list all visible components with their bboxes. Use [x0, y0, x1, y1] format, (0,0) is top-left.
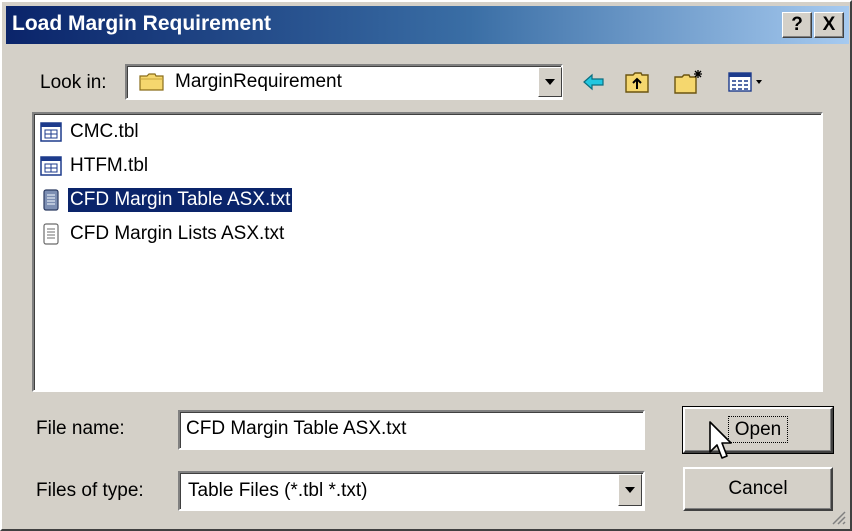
open-button[interactable]: Open — [682, 406, 834, 454]
resize-grip-icon[interactable] — [830, 509, 846, 525]
back-arrow-icon[interactable] — [580, 68, 608, 96]
file-name: CMC.tbl — [70, 121, 139, 142]
look-in-dropdown-button[interactable] — [538, 67, 562, 97]
list-item[interactable]: CMC.tbl — [40, 118, 141, 146]
window-title: Load Margin Requirement — [12, 12, 272, 35]
cancel-button[interactable]: Cancel — [683, 467, 833, 511]
mouse-pointer-icon — [708, 420, 734, 464]
view-menu-icon[interactable] — [726, 68, 766, 96]
new-folder-icon[interactable] — [673, 68, 702, 96]
file-name-field[interactable]: CFD Margin Table ASX.txt — [178, 410, 645, 450]
list-item[interactable]: CFD Margin Lists ASX.txt — [40, 220, 286, 248]
file-name-label: File name: — [36, 418, 125, 439]
text-file-icon — [40, 223, 62, 245]
file-type-combo[interactable]: Table Files (*.tbl *.txt) — [178, 471, 645, 511]
file-list[interactable]: CMC.tbl HTFM.tbl CFD Margin Table ASX.tx… — [32, 112, 823, 392]
look-in-label: Look in: — [40, 72, 107, 93]
table-file-icon — [40, 155, 62, 177]
table-file-icon — [40, 121, 62, 143]
help-button[interactable]: ? — [782, 12, 812, 38]
text-file-icon — [40, 189, 62, 211]
list-item-selected[interactable]: CFD Margin Table ASX.txt — [40, 186, 294, 214]
up-folder-icon[interactable] — [623, 68, 651, 96]
dialog-window: Load Margin Requirement ? X Look in: Mar… — [0, 0, 852, 531]
file-type-value: Table Files (*.tbl *.txt) — [188, 480, 368, 501]
look-in-combo[interactable]: MarginRequirement — [125, 64, 563, 100]
list-item[interactable]: HTFM.tbl — [40, 152, 150, 180]
folder-icon — [139, 72, 165, 92]
file-name: CFD Margin Table ASX.txt — [66, 187, 294, 213]
look-in-value: MarginRequirement — [175, 71, 342, 92]
open-button-label: Open — [727, 416, 789, 443]
title-bar[interactable]: Load Margin Requirement ? X — [6, 6, 849, 44]
file-name: HTFM.tbl — [70, 155, 149, 176]
file-type-label: Files of type: — [36, 480, 144, 501]
close-button[interactable]: X — [814, 12, 844, 38]
file-name: CFD Margin Lists ASX.txt — [70, 223, 285, 244]
file-type-dropdown-button[interactable] — [618, 474, 642, 506]
